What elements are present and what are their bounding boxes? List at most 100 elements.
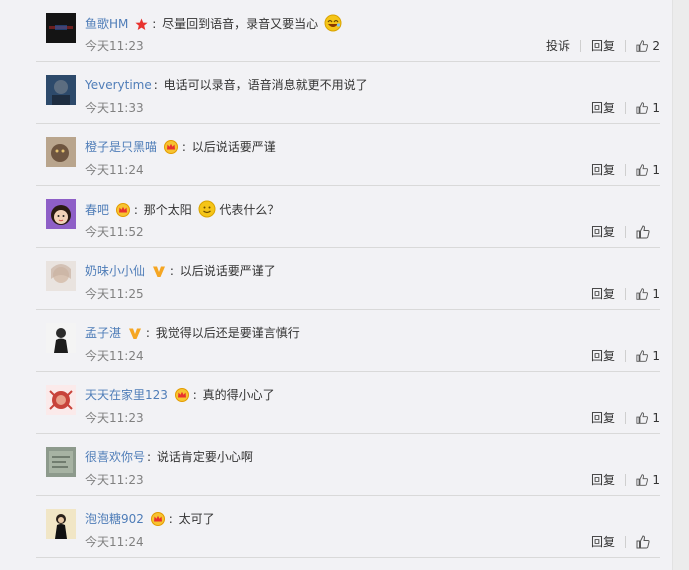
verified-v-icon (128, 327, 142, 345)
avatar[interactable] (46, 447, 76, 477)
username[interactable]: 鱼歌HM (85, 17, 128, 31)
like-button[interactable] (636, 225, 660, 239)
comment-time: 今天11:23 (85, 411, 144, 425)
avatar[interactable] (46, 323, 76, 353)
reply-button[interactable]: 回复 (591, 532, 615, 552)
username[interactable]: 很喜欢你号 (85, 450, 145, 464)
comment-text: 以后说话要严谨了 (179, 264, 276, 278)
crown-icon (163, 140, 178, 159)
divider (625, 350, 626, 362)
like-count: 1 (652, 163, 660, 177)
crown-icon (150, 512, 165, 531)
like-count: 1 (652, 101, 660, 115)
scrollbar[interactable] (672, 0, 689, 570)
reply-button[interactable]: 回复 (591, 98, 615, 118)
username[interactable]: 天天在家里123 (85, 388, 168, 402)
crown-icon (115, 203, 130, 222)
comment-item: 鱼歌HM : 尽量回到语音，录音又要当心 今天11:23 投诉 回复 2 (36, 0, 660, 62)
reply-button[interactable]: 回复 (591, 408, 615, 428)
divider (625, 40, 626, 52)
like-button[interactable]: 1 (636, 349, 660, 363)
reply-button[interactable]: 回复 (591, 160, 615, 180)
comment-time: 今天11:24 (85, 163, 144, 177)
like-count: 1 (652, 349, 660, 363)
comment-text: 那个太阳 (143, 203, 192, 217)
reply-button[interactable]: 回复 (591, 470, 615, 490)
comment-actions: 回复 1 (581, 284, 660, 304)
comment-actions: 回复 1 (581, 98, 660, 118)
comment-line: Yeverytime: 电话可以录音，语音消息就更不用说了 (85, 78, 368, 92)
comment-actions: 回复 (581, 532, 660, 552)
thumbs-up-icon (636, 102, 648, 114)
comment-time: 今天11:23 (85, 39, 144, 53)
comment-actions: 回复 1 (581, 346, 660, 366)
comment-line: 鱼歌HM : 尽量回到语音，录音又要当心 (85, 14, 342, 32)
comment-item: 很喜欢你号: 说话肯定要小心啊 今天11:23 回复 1 (36, 434, 660, 496)
avatar[interactable] (46, 509, 76, 539)
avatar[interactable] (46, 261, 76, 291)
like-button[interactable]: 1 (636, 473, 660, 487)
username[interactable]: 橙子是只黑喵 (85, 140, 157, 154)
like-button[interactable] (636, 535, 660, 549)
divider (625, 474, 626, 486)
username[interactable]: 奶味小小仙 (85, 264, 145, 278)
comment-text-tail: 代表什么？ (219, 203, 280, 217)
comment-actions: 回复 (581, 222, 660, 242)
comment-actions: 回复 1 (581, 408, 660, 428)
divider (625, 102, 626, 114)
reply-button[interactable]: 回复 (591, 346, 615, 366)
like-count: 2 (652, 39, 660, 53)
avatar[interactable] (46, 385, 76, 415)
username[interactable]: 春吧 (85, 203, 109, 217)
thumbs-up-icon (636, 474, 648, 486)
comment-time: 今天11:23 (85, 473, 144, 487)
comment-actions: 回复 1 (581, 470, 660, 490)
comment-text: 以后说话要严谨 (191, 140, 276, 154)
divider (625, 536, 626, 548)
like-count: 1 (652, 411, 660, 425)
username[interactable]: 泡泡糖902 (85, 512, 144, 526)
comment-item: 天天在家里123 : 真的得小心了 今天11:23 回复 1 (36, 372, 660, 434)
comment-actions: 回复 1 (581, 160, 660, 180)
thumbs-up-icon (636, 225, 650, 239)
reply-button[interactable]: 回复 (591, 36, 615, 56)
username[interactable]: Yeverytime (85, 78, 152, 92)
comment-time: 今天11:52 (85, 225, 144, 239)
divider (625, 164, 626, 176)
comment-text: 太可了 (178, 512, 215, 526)
thumbs-up-icon (636, 288, 648, 300)
star-icon (135, 18, 148, 36)
comment-text: 尽量回到语音，录音又要当心 (162, 17, 319, 31)
crown-icon (174, 388, 189, 407)
divider (625, 226, 626, 238)
comment-item: 春吧 : 那个太阳 代表什么？ 今天11:52 回复 (36, 186, 660, 248)
username[interactable]: 孟子湛 (85, 326, 121, 340)
like-count: 1 (652, 473, 660, 487)
like-button[interactable]: 1 (636, 287, 660, 301)
report-button[interactable]: 投诉 (546, 36, 570, 56)
comment-time: 今天11:24 (85, 535, 144, 549)
avatar[interactable] (46, 199, 76, 229)
comment-time: 今天11:33 (85, 101, 144, 115)
reply-button[interactable]: 回复 (591, 222, 615, 242)
avatar[interactable] (46, 75, 76, 105)
comment-item: 橙子是只黑喵 : 以后说话要严谨 今天11:24 回复 1 (36, 124, 660, 186)
comment-actions: 投诉 回复 2 (536, 36, 660, 56)
like-button[interactable]: 1 (636, 101, 660, 115)
comment-text: 我觉得以后还是要谨言慎行 (155, 326, 300, 340)
comment-line: 天天在家里123 : 真的得小心了 (85, 386, 275, 404)
thumbs-up-icon (636, 350, 648, 362)
avatar[interactable] (46, 137, 76, 167)
like-button[interactable]: 2 (636, 39, 660, 53)
comment-item: 泡泡糖902 : 太可了 今天11:24 回复 (36, 496, 660, 558)
like-button[interactable]: 1 (636, 411, 660, 425)
comment-text: 说话肯定要小心啊 (156, 450, 253, 464)
like-button[interactable]: 1 (636, 163, 660, 177)
thumbs-up-icon (636, 164, 648, 176)
avatar[interactable] (46, 13, 76, 43)
comment-line: 春吧 : 那个太阳 代表什么？ (85, 200, 279, 218)
thumbs-up-icon (636, 412, 648, 424)
comment-list: 鱼歌HM : 尽量回到语音，录音又要当心 今天11:23 投诉 回复 2 Yev… (0, 0, 672, 570)
reply-button[interactable]: 回复 (591, 284, 615, 304)
comment-item: Yeverytime: 电话可以录音，语音消息就更不用说了 今天11:33 回复… (36, 62, 660, 124)
